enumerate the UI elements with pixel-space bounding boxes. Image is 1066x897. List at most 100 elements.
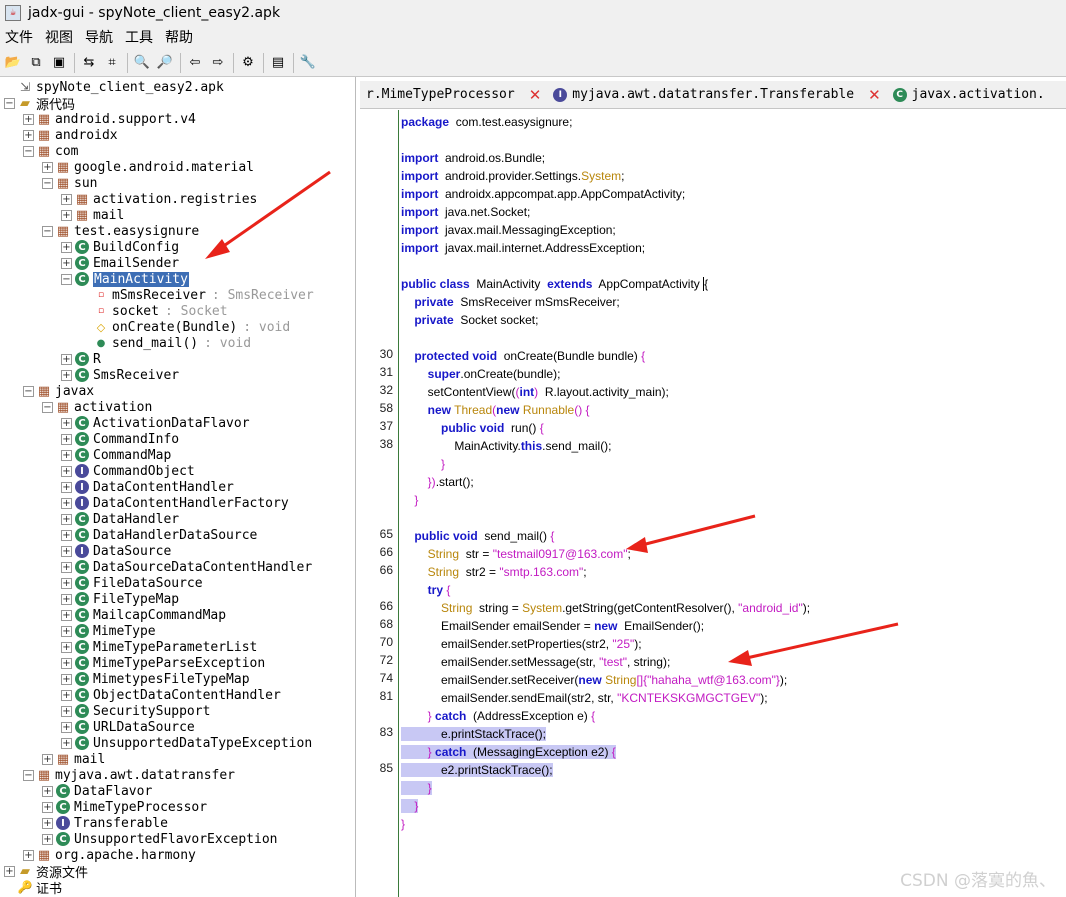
collapse-icon[interactable]: − [4,97,15,109]
expand-icon[interactable]: + [61,481,72,493]
expand-icon[interactable]: + [61,593,72,605]
tree-node[interactable]: + C R [61,351,101,367]
tree-node[interactable]: ▫ mSmsReceiver: SmsReceiver [80,287,314,303]
expand-icon[interactable]: + [61,257,72,269]
collapse-icon[interactable]: − [23,145,34,157]
close-tab-icon[interactable]: ✕ [868,86,881,104]
tree-node[interactable]: − ▦ activation [42,399,152,415]
back-icon[interactable]: ⇦ [185,53,205,73]
tree-node[interactable]: + C DataHandler [61,511,179,527]
tree-node[interactable]: + C MimeTypeProcessor [42,799,207,815]
expand-icon[interactable]: + [61,193,72,205]
expand-icon[interactable]: + [61,577,72,589]
preferences-icon[interactable]: 🔧 [298,53,318,73]
collapse-icon[interactable]: − [61,273,72,285]
collapse-icon[interactable]: − [42,401,53,413]
find-class-icon[interactable]: 🔎 [155,53,175,73]
tree-node[interactable]: + C SecuritySupport [61,703,210,719]
tree-node[interactable]: + ▦ androidx [23,127,118,143]
tree-node[interactable]: + I CommandObject [61,463,195,479]
tree-node[interactable]: + C MimeType [61,623,156,639]
tree-node[interactable]: + C BuildConfig [61,239,179,255]
expand-icon[interactable]: + [61,529,72,541]
tree-node[interactable]: + C UnsupportedFlavorException [42,831,278,847]
tree-node[interactable]: − C MainActivity [61,271,189,287]
expand-icon[interactable]: + [61,721,72,733]
export-icon[interactable]: ▣ [49,53,69,73]
tree-node[interactable]: + C MimeTypeParseException [61,655,265,671]
log-viewer-icon[interactable]: ▤ [268,53,288,73]
tree-node[interactable]: + C EmailSender [61,255,179,271]
tree-node[interactable]: ◇ onCreate(Bundle): void [80,319,290,335]
tree-node[interactable]: + I Transferable [42,815,168,831]
tree-node[interactable]: + ▦ google.android.material [42,159,254,175]
expand-icon[interactable]: + [42,785,53,797]
tree-node[interactable]: + I DataSource [61,543,171,559]
tree-node[interactable]: + C FileDataSource [61,575,203,591]
expand-icon[interactable]: + [61,209,72,221]
expand-icon[interactable]: + [61,561,72,573]
expand-icon[interactable]: + [61,689,72,701]
expand-icon[interactable]: + [23,129,34,141]
expand-icon[interactable]: + [61,497,72,509]
tree-node[interactable]: 🔑 证书 [4,879,62,897]
expand-icon[interactable]: + [61,433,72,445]
expand-icon[interactable]: + [61,737,72,749]
save-all-icon[interactable]: ⧉ [26,53,46,73]
forward-icon[interactable]: ⇨ [208,53,228,73]
close-tab-icon[interactable]: ✕ [529,86,542,104]
tree-node[interactable]: + I DataContentHandler [61,479,234,495]
expand-icon[interactable]: + [61,657,72,669]
tree-node[interactable]: − ▦ com [23,143,78,159]
tree-node[interactable]: − ▦ javax [23,383,94,399]
expand-icon[interactable]: + [61,705,72,717]
tree-node[interactable]: + C CommandMap [61,447,171,463]
tree-node[interactable]: − ▰ 源代码 [4,95,75,113]
collapse-icon[interactable]: − [23,769,34,781]
expand-icon[interactable]: + [61,513,72,525]
search-text-icon[interactable]: 🔍 [132,53,152,73]
tree-node[interactable]: + C CommandInfo [61,431,179,447]
expand-icon[interactable]: + [61,353,72,365]
tree-node[interactable]: ▫ socket: Socket [80,303,228,319]
expand-icon[interactable]: + [42,801,53,813]
tree-node[interactable]: + C URLDataSource [61,719,195,735]
tree-node[interactable]: + ▦ mail [42,751,105,767]
menu-item-4[interactable]: 帮助 [160,27,198,47]
expand-icon[interactable]: + [42,833,53,845]
tree-node[interactable]: + C SmsReceiver [61,367,179,383]
menu-item-1[interactable]: 视图 [40,27,78,47]
tree-node[interactable]: + ▦ android.support.v4 [23,111,196,127]
tree-node[interactable]: + ▦ mail [61,207,124,223]
expand-icon[interactable]: + [42,161,53,173]
expand-icon[interactable]: + [4,865,15,877]
tree-node[interactable]: + I DataContentHandlerFactory [61,495,289,511]
menu-item-0[interactable]: 文件 [0,27,38,47]
expand-icon[interactable]: + [23,113,34,125]
expand-icon[interactable]: + [61,673,72,685]
flatten-icon[interactable]: ⌗ [102,53,122,73]
expand-icon[interactable]: + [61,465,72,477]
expand-icon[interactable]: + [23,849,34,861]
expand-icon[interactable]: + [61,545,72,557]
expand-icon[interactable]: + [61,625,72,637]
tree-node[interactable]: + C ActivationDataFlavor [61,415,250,431]
expand-icon[interactable]: + [61,449,72,461]
tree-node[interactable]: − ▦ test.easysignure [42,223,199,239]
tree-node[interactable]: + C ObjectDataContentHandler [61,687,281,703]
sync-icon[interactable]: ⇆ [79,53,99,73]
expand-icon[interactable]: + [61,609,72,621]
expand-icon[interactable]: + [61,417,72,429]
tree-node[interactable]: + C DataHandlerDataSource [61,527,257,543]
tree-node[interactable]: + C FileTypeMap [61,591,179,607]
tree-node[interactable]: + C DataFlavor [42,783,152,799]
tree-node[interactable]: − ▦ sun [42,175,97,191]
tree-node[interactable]: + ▦ activation.registries [61,191,257,207]
expand-icon[interactable]: + [61,369,72,381]
collapse-icon[interactable]: − [23,385,34,397]
editor-tab[interactable]: Cjavax.activation. [887,82,1051,108]
code-editor[interactable]: 30 31 32 58 37 38 65 66 66 66 68 70 72 74 81 83 85 packa… [365,110,1066,897]
editor-tab[interactable]: r.MimeTypeProcessor ✕ [360,82,547,108]
tree-node[interactable]: + C UnsupportedDataTypeException [61,735,312,751]
expand-icon[interactable]: + [42,817,53,829]
